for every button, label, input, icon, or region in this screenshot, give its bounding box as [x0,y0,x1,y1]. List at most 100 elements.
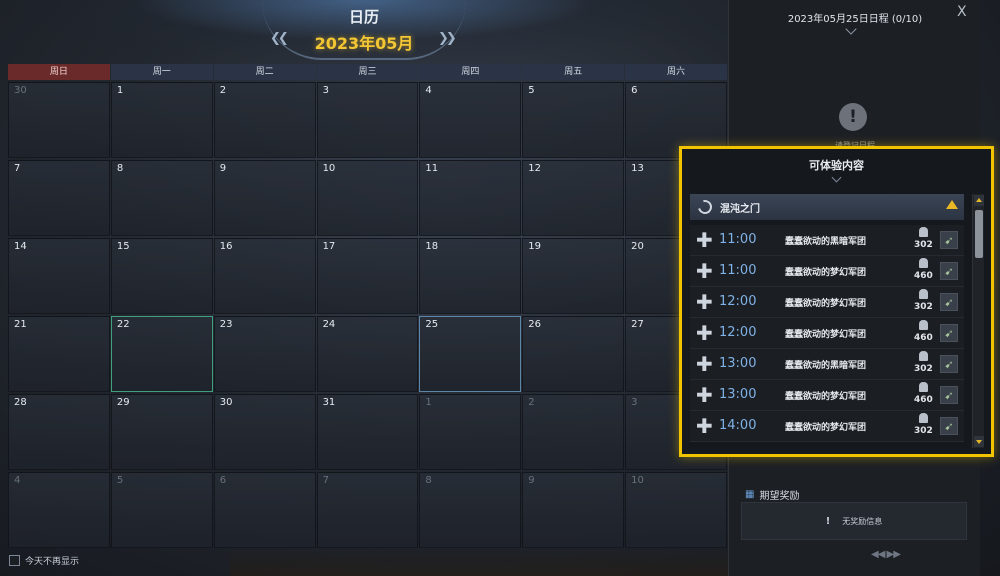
event-name: 蠢蠢欲动的黑暗军团 [785,361,867,371]
calendar-day-cell[interactable]: 23 [213,316,316,392]
calendar-day-cell[interactable]: 10 [625,472,727,548]
helmet-icon [919,351,928,361]
helmet-icon [919,382,928,392]
calendar-day-cell[interactable]: 10 [316,160,419,236]
compass-icon[interactable]: ➹ [940,417,958,435]
scroll-down-icon[interactable] [974,436,984,447]
compass-icon[interactable]: ➹ [940,262,958,280]
dont-show-label: 今天不再显示 [25,556,80,567]
page-arrows-icon[interactable]: ◀◀ ▶▶ [871,549,901,560]
next-month-icon[interactable]: ❯❯ [438,31,457,46]
chaos-gate-icon [695,197,715,217]
calendar-day-cell[interactable]: 2 [522,394,625,470]
checkbox[interactable] [9,554,20,566]
collapse-icon[interactable] [946,200,958,209]
calendar-day-cell[interactable]: 5 [110,472,213,548]
add-schedule-icon[interactable]: ✚ [696,383,713,407]
calendar-day-cell[interactable]: 21 [8,316,110,392]
calendar-day-cell[interactable]: 7 [316,472,419,548]
event-name: 蠢蠢欲动的梦幻军团 [785,268,867,278]
calendar-day-cell[interactable]: 4 [8,472,110,548]
calendar-day-cell[interactable]: 14 [8,238,110,314]
weekday-header: 周一 [110,64,213,80]
compass-icon[interactable]: ➹ [940,386,958,404]
day-number: 2 [219,85,227,96]
calendar-day-cell[interactable]: 30 [213,394,316,470]
calendar-day-cell[interactable]: 7 [8,160,110,236]
helmet-icon [919,258,928,268]
calendar-day-cell[interactable]: 15 [110,238,213,314]
calendar-day-cell[interactable]: 17 [316,238,419,314]
calendar-day-cell[interactable]: 5 [522,82,625,158]
dont-show-today-toggle[interactable]: 今天不再显示 [9,553,79,567]
item-level: 302 [914,426,933,436]
add-schedule-icon[interactable]: ✚ [696,228,713,252]
event-row[interactable]: ✚ 12:00 蠢蠢欲动的梦幻军团 302 ➹ [690,287,964,318]
compass-icon[interactable]: ➹ [940,293,958,311]
weekday-header-row: 周日 周一 周二 周三 周四 周五 周六 [8,64,727,80]
event-row[interactable]: ✚ 12:00 蠢蠢欲动的梦幻军团 460 ➹ [690,318,964,349]
day-number: 3 [631,397,638,408]
calendar-day-cell[interactable]: 19 [522,238,625,314]
add-schedule-icon[interactable]: ✚ [696,259,713,283]
day-number: 10 [322,163,336,174]
day-number: 7 [14,163,21,174]
add-schedule-icon[interactable]: ✚ [696,290,713,314]
gift-icon: ▦ [745,489,755,500]
add-schedule-icon[interactable]: ✚ [696,321,713,345]
calendar-day-cell[interactable]: 8 [110,160,213,236]
helmet-icon [919,227,928,237]
group-header-chaos-gate[interactable]: 混沌之门 [690,194,964,220]
calendar-day-cell[interactable]: 2 [213,82,316,158]
calendar-day-cell[interactable]: 24 [316,316,419,392]
calendar-day-cell[interactable]: 26 [522,316,625,392]
calendar-day-cell[interactable]: 8 [419,472,522,548]
add-schedule-icon[interactable]: ✚ [696,414,713,438]
event-row[interactable]: ✚ 11:00 蠢蠢欲动的黑暗军团 302 ➹ [690,225,964,256]
bottom-decoration [230,548,730,576]
day-number: 22 [116,319,130,330]
day-number: 5 [116,475,124,486]
calendar-day-cell[interactable]: 9 [522,472,625,548]
calendar-day-cell[interactable]: 1 [419,394,522,470]
add-schedule-icon[interactable]: ✚ [696,352,713,376]
calendar-day-cell[interactable]: 16 [213,238,316,314]
scroll-thumb[interactable] [975,210,983,258]
calendar-day-cell[interactable]: 9 [213,160,316,236]
calendar-day-cell[interactable]: 3 [316,82,419,158]
item-level: 302 [914,240,933,250]
chevron-down-icon [845,23,857,35]
reward-box: ! 无奖励信息 [741,502,967,540]
day-number: 19 [528,241,542,252]
day-number: 4 [425,85,432,96]
calendar-day-cell[interactable]: 4 [419,82,522,158]
day-number: 9 [219,163,227,174]
calendar-day-cell[interactable]: 1 [110,82,213,158]
event-row[interactable]: ✚ 13:00 蠢蠢欲动的黑暗军团 302 ➹ [690,349,964,380]
day-number: 3 [322,85,329,96]
event-row[interactable]: ✚ 14:00 蠢蠢欲动的梦幻军团 302 ➹ [690,411,964,442]
calendar-day-cell[interactable]: 22 [110,316,213,392]
event-time: 11:00 [719,263,757,278]
alert-icon: ! [839,103,867,131]
calendar-day-cell[interactable]: 6 [213,472,316,548]
calendar-day-cell[interactable]: 29 [110,394,213,470]
compass-icon[interactable]: ➹ [940,355,958,373]
event-row[interactable]: ✚ 13:00 蠢蠢欲动的梦幻军团 460 ➹ [690,380,964,411]
compass-icon[interactable]: ➹ [940,324,958,342]
close-icon[interactable]: X [957,4,967,20]
calendar-day-cell[interactable]: 12 [522,160,625,236]
event-time: 11:00 [719,232,757,247]
event-row[interactable]: ✚ 11:00 蠢蠢欲动的梦幻军团 460 ➹ [690,256,964,287]
calendar-day-cell[interactable]: 28 [8,394,110,470]
scrollbar[interactable] [972,194,984,448]
calendar-day-cell[interactable]: 25 [419,316,522,392]
event-name: 蠢蠢欲动的梦幻军团 [785,299,867,309]
calendar-day-cell[interactable]: 18 [419,238,522,314]
day-number: 30 [14,85,27,96]
calendar-day-cell[interactable]: 11 [419,160,522,236]
compass-icon[interactable]: ➹ [940,231,958,249]
scroll-up-icon[interactable] [974,195,984,206]
calendar-day-cell[interactable]: 31 [316,394,419,470]
calendar-day-cell[interactable]: 30 [8,82,110,158]
